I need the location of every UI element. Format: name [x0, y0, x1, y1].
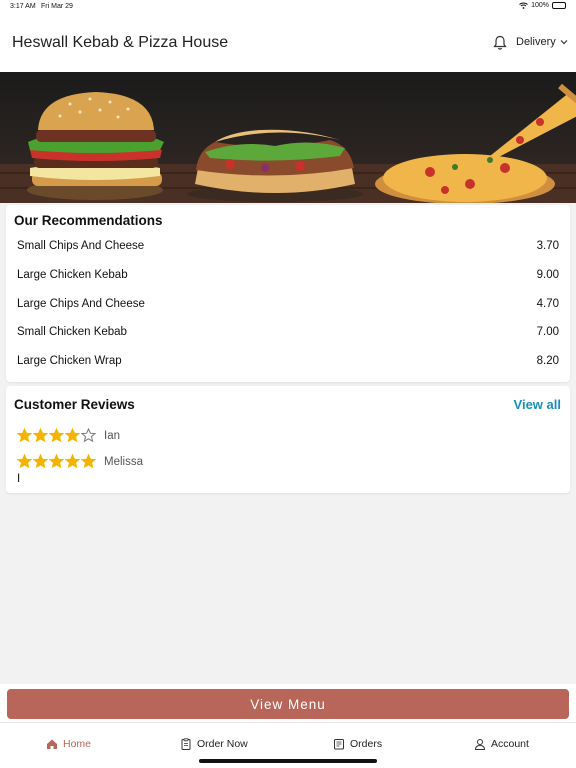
star-empty-icon	[81, 428, 96, 443]
pizza-illustration	[375, 83, 576, 203]
view-all-link[interactable]: View all	[514, 397, 561, 412]
wifi-icon	[519, 2, 528, 9]
item-price: 7.00	[536, 326, 559, 339]
review-text: I	[17, 473, 21, 485]
star-filled-icon	[17, 454, 32, 469]
list-item[interactable]: Large Chips And Cheese 4.70	[17, 289, 559, 318]
reviews-title: Customer Reviews	[14, 397, 135, 412]
item-name: Large Chips And Cheese	[17, 297, 145, 310]
tab-orders[interactable]: Orders	[333, 738, 382, 750]
tab-account[interactable]: Account	[474, 738, 529, 750]
tab-order-now[interactable]: Order Now	[180, 738, 248, 750]
recommendations-list: Small Chips And Cheese 3.70 Large Chicke…	[17, 232, 559, 375]
tab-label: Order Now	[197, 738, 248, 750]
star-filled-icon	[49, 428, 64, 443]
tab-home[interactable]: Home	[46, 738, 91, 750]
star-filled-icon	[65, 428, 80, 443]
restaurant-title: Heswall Kebab & Pizza House	[12, 34, 229, 51]
item-name: Small Chicken Kebab	[17, 326, 127, 339]
review-item: Melissa	[17, 454, 143, 469]
reviewer-name: Ian	[104, 429, 120, 442]
user-icon	[474, 739, 486, 750]
star-filled-icon	[81, 454, 96, 469]
banner-image	[0, 83, 576, 203]
item-name: Large Chicken Kebab	[17, 269, 128, 282]
receipt-icon	[334, 739, 344, 750]
food-banner	[0, 72, 576, 203]
delivery-selector[interactable]: Delivery	[516, 36, 568, 48]
battery-percent: 100%	[531, 2, 549, 9]
item-name: Small Chips And Cheese	[17, 240, 145, 253]
home-icon	[47, 739, 57, 749]
status-date: Fri Mar 29	[41, 3, 73, 10]
list-item[interactable]: Small Chicken Kebab 7.00	[17, 318, 559, 347]
item-price: 8.20	[536, 355, 559, 368]
recommendations-title: Our Recommendations	[14, 213, 163, 228]
item-price: 9.00	[536, 269, 559, 282]
item-name: Large Chicken Wrap	[17, 355, 122, 368]
status-right: 100%	[519, 2, 566, 9]
bell-icon[interactable]	[493, 35, 507, 51]
star-rating	[17, 428, 96, 443]
header: Heswall Kebab & Pizza House Delivery	[0, 14, 576, 72]
chevron-down-icon	[560, 40, 568, 45]
status-time: 3:17 AM	[10, 3, 36, 10]
star-rating	[17, 454, 96, 469]
star-filled-icon	[33, 428, 48, 443]
review-item: Ian	[17, 428, 120, 443]
clipboard-icon	[181, 738, 191, 750]
item-price: 3.70	[536, 240, 559, 253]
delivery-label: Delivery	[516, 36, 556, 48]
view-menu-button[interactable]: View Menu	[7, 689, 569, 719]
list-item[interactable]: Small Chips And Cheese 3.70	[17, 232, 559, 261]
item-price: 4.70	[536, 297, 559, 310]
star-filled-icon	[65, 454, 80, 469]
battery-icon	[552, 2, 566, 9]
tab-label: Account	[491, 738, 529, 750]
reviews-card: Customer Reviews View all Ian Melissa I	[6, 386, 570, 493]
home-indicator	[199, 759, 377, 763]
star-filled-icon	[17, 428, 32, 443]
tab-label: Orders	[350, 738, 383, 750]
star-filled-icon	[49, 454, 64, 469]
kebab-illustration	[187, 129, 363, 202]
list-item[interactable]: Large Chicken Kebab 9.00	[17, 261, 559, 290]
recommendations-card: Our Recommendations Small Chips And Chee…	[6, 205, 570, 382]
star-filled-icon	[33, 454, 48, 469]
status-bar: 3:17 AM Fri Mar 29 100%	[0, 0, 576, 14]
list-item[interactable]: Large Chicken Wrap 8.20	[17, 347, 559, 376]
burger-illustration	[27, 92, 164, 200]
tab-label: Home	[63, 738, 92, 750]
reviewer-name: Melissa	[104, 455, 143, 468]
